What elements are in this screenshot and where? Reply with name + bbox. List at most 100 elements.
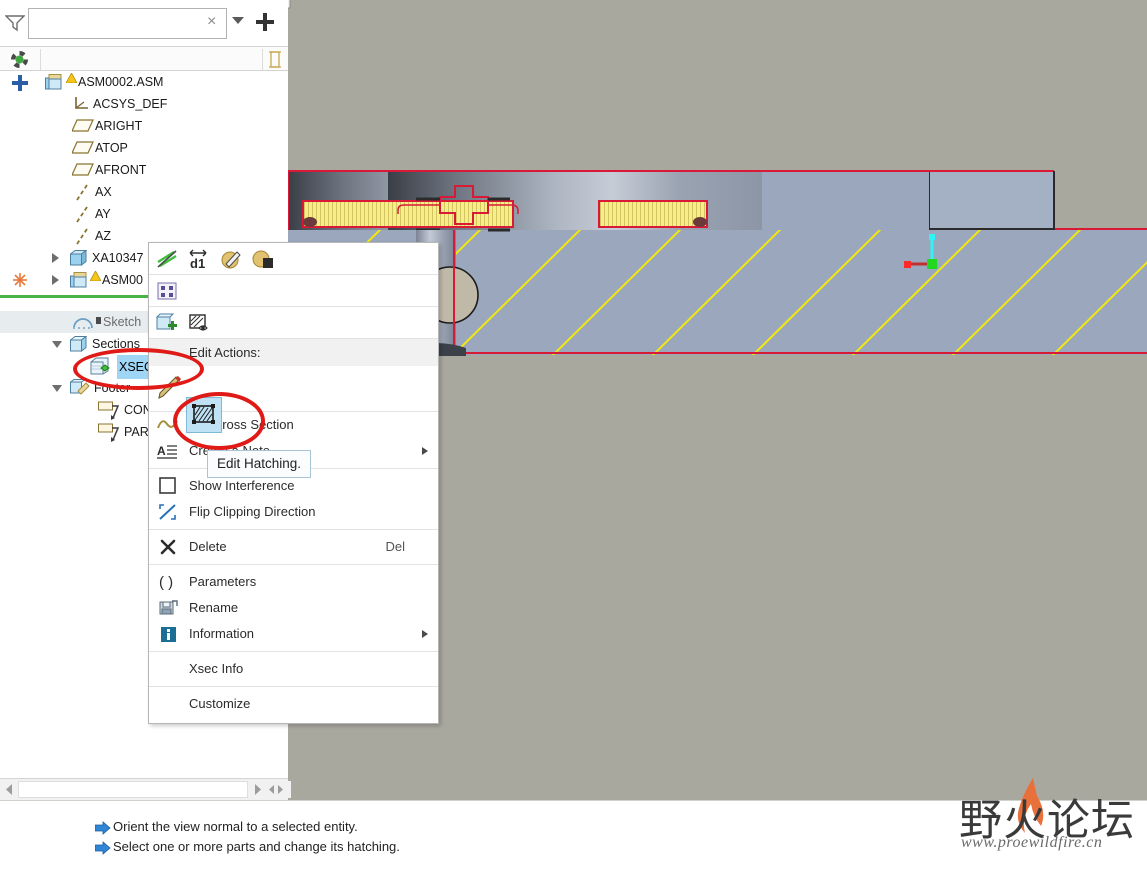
tree-item-label: ACSYS_DEF <box>93 97 168 111</box>
tree-item-label: ATOP <box>95 141 128 155</box>
datum-axis-icon <box>76 228 88 245</box>
cross-section-context-menu[interactable]: d1 Edit Actions: Cut Cross Section A Sho… <box>148 242 439 724</box>
parameters-braces-icon: ( ) <box>157 572 179 592</box>
tree-item-label: AZ <box>95 229 111 243</box>
edit-dimension-icon[interactable]: d1 <box>187 247 211 271</box>
tooltip-text: Edit Hatching. <box>217 456 302 471</box>
tree-row[interactable]: ARIGHT <box>0 115 288 137</box>
split-right-icon[interactable] <box>274 781 291 798</box>
appearance-gallery-icon[interactable] <box>251 247 275 271</box>
remove-cross-hatch-icon[interactable] <box>187 311 211 335</box>
tree-expander-icon[interactable] <box>52 275 59 285</box>
blue-arrow-icon <box>95 821 111 835</box>
tree-filter-input[interactable] <box>28 8 227 39</box>
tree-expander-icon[interactable] <box>52 341 62 348</box>
tree-item-label: AY <box>95 207 111 221</box>
watermark-url: www.proewildfire.cn <box>961 834 1103 851</box>
menu-item-xsec-info[interactable]: Xsec Info <box>149 656 438 682</box>
tree-expander-icon[interactable] <box>52 385 62 392</box>
datum-axis-icon <box>76 184 88 201</box>
tree-item-label: Sketch <box>103 315 142 329</box>
menu-item-label: Show Interference <box>189 478 295 493</box>
tree-item-label: ASM00 <box>102 273 143 287</box>
scroll-right-icon[interactable] <box>249 781 266 798</box>
datum-axis-icon <box>76 206 88 223</box>
submenu-arrow-icon <box>422 447 428 455</box>
menu-item-information[interactable]: Information <box>149 621 438 647</box>
edit-hatching-icon[interactable] <box>186 397 222 433</box>
coordinate-system-icon <box>75 97 88 109</box>
menu-item-label: Xsec Info <box>189 661 244 676</box>
submenu-arrow-icon <box>422 630 428 638</box>
menu-item-accelerator: Del <box>385 539 405 554</box>
sketch-icon <box>73 318 93 329</box>
menu-item-customize[interactable]: Customize <box>149 691 438 717</box>
model-tree-refresh-icon[interactable] <box>10 50 29 69</box>
menu-item-delete[interactable]: Delete Del <box>149 534 438 560</box>
sections-folder-icon <box>70 336 87 352</box>
svg-text:( ): ( ) <box>159 574 173 591</box>
edit-pencil-icon <box>157 376 183 405</box>
datum-plane-icon <box>72 119 94 132</box>
plus-icon[interactable] <box>255 12 275 32</box>
menu-item-label: Parameters <box>189 574 257 589</box>
tree-item-label: XA10347 <box>92 251 144 265</box>
application-window: × ASM0002.ASM ACSYS_DEF ARIGHT ATOP AFRO… <box>0 0 1147 869</box>
warning-icon <box>66 73 77 83</box>
edit-appearance-icon[interactable] <box>219 247 243 271</box>
datum-plane-icon <box>72 163 94 176</box>
scroll-left-icon[interactable] <box>1 781 18 798</box>
model-tree-column-icon[interactable] <box>268 51 282 68</box>
watermark: 野火论坛 www.proewildfire.cn <box>959 778 1139 866</box>
menu-divider <box>149 686 438 687</box>
part-icon <box>70 250 87 266</box>
scrollbar-track[interactable] <box>18 781 248 798</box>
menu-item-label: Information <box>189 626 255 641</box>
blue-arrow-icon <box>95 841 111 855</box>
menu-item-label: Delete <box>189 539 227 554</box>
tree-horizontal-scrollbar[interactable] <box>0 778 291 800</box>
menu-item-parameters[interactable]: ( ) Parameters <box>149 569 438 595</box>
assembly-icon <box>45 74 62 90</box>
filter-clear-icon[interactable]: × <box>207 14 216 30</box>
context-menu-toolbar-row-2 <box>149 275 438 307</box>
tree-item-label: ASM0002.ASM <box>78 75 164 89</box>
pattern-icon[interactable] <box>155 279 179 303</box>
menu-divider <box>149 651 438 652</box>
tree-row[interactable]: ATOP <box>0 137 288 159</box>
plus-icon[interactable] <box>12 75 28 91</box>
filter-funnel-icon <box>5 15 25 32</box>
message-line: Select one or more parts and change its … <box>113 839 400 854</box>
menu-item-flip-clipping-direction[interactable]: Flip Clipping Direction <box>149 499 438 525</box>
edit-actions-group-title: Edit Actions: <box>149 339 438 366</box>
svg-text:A: A <box>157 444 166 458</box>
warning-icon <box>90 271 101 281</box>
feature-state-marker <box>96 317 101 324</box>
tree-item-label: AX <box>95 185 112 199</box>
svg-text:d1: d1 <box>190 256 205 270</box>
tree-expander-icon[interactable] <box>52 253 59 263</box>
flip-direction-icon <box>157 502 179 522</box>
menu-item-label: Flip Clipping Direction <box>189 504 316 519</box>
menu-divider <box>149 564 438 565</box>
menu-item-label: Customize <box>189 696 251 711</box>
note-icon <box>98 423 120 442</box>
create-component-icon[interactable] <box>155 311 179 335</box>
information-icon <box>157 624 179 644</box>
tree-row[interactable]: ACSYS_DEF <box>0 93 288 115</box>
rename-icon <box>157 598 179 618</box>
menu-item-label: Rename <box>189 600 239 615</box>
delete-x-icon <box>157 537 179 557</box>
datum-plane-icon <box>72 141 94 154</box>
hide-entity-icon[interactable] <box>155 247 179 271</box>
tree-row[interactable]: AY <box>0 203 288 225</box>
tree-row[interactable]: AFRONT <box>0 159 288 181</box>
tree-row[interactable]: ASM0002.ASM <box>0 71 288 93</box>
tooltip: Edit Hatching. <box>207 450 312 478</box>
note-text-icon: A <box>157 441 179 461</box>
tree-item-label: ARIGHT <box>95 119 143 133</box>
chevron-down-icon[interactable] <box>232 17 244 24</box>
model-tree-header <box>0 46 288 71</box>
tree-row[interactable]: AX <box>0 181 288 203</box>
menu-item-rename[interactable]: Rename <box>149 595 438 621</box>
